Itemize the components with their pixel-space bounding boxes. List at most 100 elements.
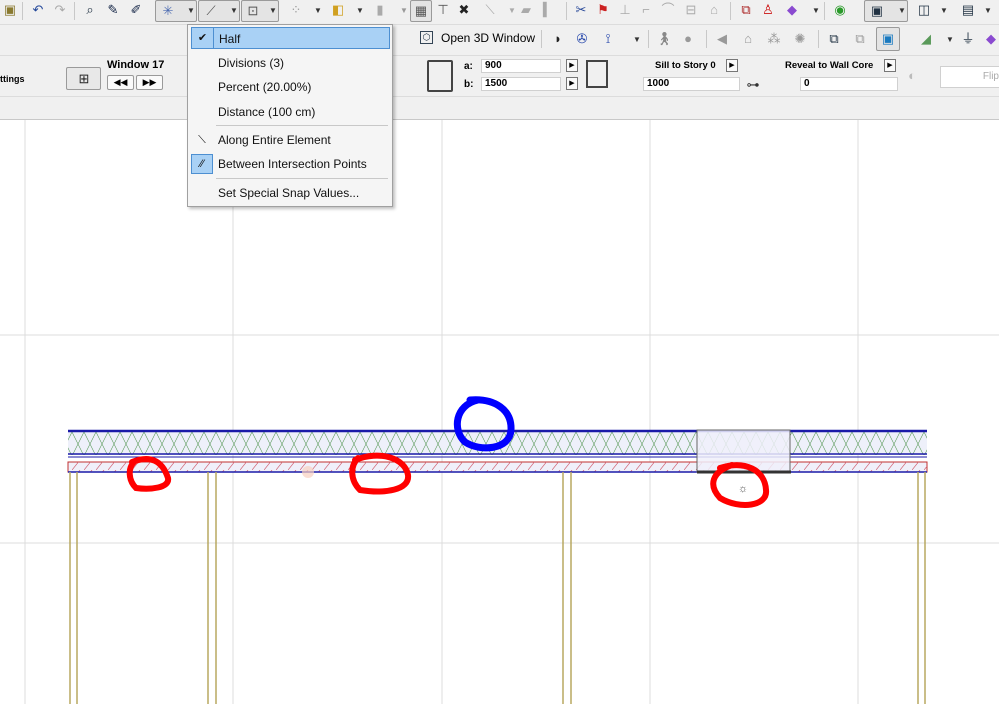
solid-operations-icon[interactable]: ♙ bbox=[760, 2, 776, 18]
view-layout-button[interactable]: ▣ ▼ bbox=[864, 0, 908, 22]
layout-icon[interactable]: ▤ bbox=[960, 2, 976, 18]
chevron-down-icon[interactable]: ▼ bbox=[356, 3, 364, 19]
guide-lines-button[interactable]: ⟋ ▼ bbox=[198, 0, 240, 22]
menu-item-set-special-snap-values[interactable]: Set Special Snap Values... bbox=[191, 182, 390, 204]
width-input[interactable]: 900 bbox=[481, 59, 561, 73]
chevron-down-icon[interactable]: ▼ bbox=[400, 3, 408, 19]
special-snap-button[interactable]: ✳ ▼ bbox=[155, 0, 197, 22]
pen-set-icon[interactable]: ▮ bbox=[372, 2, 388, 18]
redo-icon[interactable]: ↷ bbox=[52, 2, 68, 18]
find-select-icon[interactable]: ⌕ bbox=[82, 2, 98, 18]
roof-icon: ⌂ bbox=[710, 2, 718, 17]
sill-arrow-button[interactable]: ▶ bbox=[726, 59, 738, 72]
between-intersections-icon: ⁄⁄ bbox=[191, 154, 213, 174]
element-title: Window 17 bbox=[107, 59, 165, 71]
window-settings-button[interactable]: ⊞ bbox=[66, 67, 101, 90]
next-element-button[interactable]: ▶▶ bbox=[136, 75, 163, 90]
adjust-icon[interactable]: ⚑ bbox=[595, 2, 611, 18]
walk-icon[interactable]: 🚶︎ bbox=[656, 31, 673, 47]
grid-snap-button[interactable]: ⊡ ▼ bbox=[241, 0, 279, 22]
window-size-icon bbox=[427, 60, 453, 92]
filter-icon[interactable]: ⏚ bbox=[960, 31, 976, 47]
menu-item-divisions[interactable]: Divisions (3) bbox=[191, 52, 390, 74]
chevron-down-icon[interactable]: ▼ bbox=[187, 3, 195, 19]
pick-up-parameters-icon[interactable]: ✎ bbox=[105, 2, 121, 18]
stair-icon[interactable]: ◢ bbox=[918, 31, 934, 47]
clipboard-icon[interactable]: ▣ bbox=[2, 2, 18, 18]
separator bbox=[824, 2, 825, 20]
sill-label: Sill to Story 0 bbox=[655, 60, 716, 71]
morph-icon[interactable]: ◆ bbox=[983, 31, 999, 47]
menu-item-label: Distance (100 cm) bbox=[218, 105, 316, 119]
camera-icon[interactable]: ◗ bbox=[550, 31, 566, 47]
separator bbox=[648, 30, 649, 48]
menu-item-half[interactable]: ✔ Half bbox=[191, 27, 390, 49]
undo-icon[interactable]: ↶ bbox=[30, 2, 46, 18]
menu-item-along-entire-element[interactable]: ⟍ Along Entire Element bbox=[191, 129, 390, 151]
3d-window-icon: ⬡ bbox=[420, 31, 433, 44]
trace-icon[interactable]: ⁘ bbox=[288, 2, 304, 18]
menu-item-percent[interactable]: Percent (20.00%) bbox=[191, 76, 390, 98]
slab-icon: ▰ bbox=[521, 2, 531, 17]
wall-core-hatch bbox=[68, 430, 927, 455]
chevron-down-icon[interactable]: ▼ bbox=[230, 3, 238, 19]
chevron-down-icon[interactable]: ▼ bbox=[812, 3, 820, 19]
suspend-groups-button[interactable]: ▦ bbox=[410, 0, 432, 22]
inject-parameters-icon[interactable]: ✐ bbox=[128, 2, 144, 18]
suspend-groups-icon: ▦ bbox=[414, 3, 428, 18]
grid-lines bbox=[0, 120, 999, 704]
chevron-down-icon[interactable]: ▼ bbox=[269, 3, 277, 19]
snap-values-menu: ✔ Half Divisions (3) Percent (20.00%) Di… bbox=[187, 24, 393, 207]
surface-icon[interactable]: ◆ bbox=[784, 2, 800, 18]
section-marker-icon[interactable]: ⧉ bbox=[738, 2, 754, 18]
flip-icon: ◐ bbox=[908, 68, 916, 83]
teamwork-icon[interactable]: ◉ bbox=[832, 2, 848, 18]
menu-item-label: Divisions (3) bbox=[218, 56, 285, 70]
previous-element-button[interactable]: ◀◀ bbox=[107, 75, 134, 90]
orbit-icon[interactable]: ⟟ bbox=[600, 31, 616, 47]
flip-button[interactable]: Flip bbox=[940, 66, 999, 88]
chevron-down-icon[interactable]: ▼ bbox=[633, 32, 641, 48]
chevron-down-icon[interactable]: ▼ bbox=[314, 3, 322, 19]
separator bbox=[706, 30, 707, 48]
3d-window-icon[interactable]: ◫ bbox=[916, 2, 932, 18]
tree-icon[interactable]: ✺ bbox=[792, 31, 808, 47]
fly-icon[interactable]: ◀ bbox=[714, 31, 730, 47]
sill-input[interactable]: 1000 bbox=[643, 77, 740, 91]
menu-item-distance[interactable]: Distance (100 cm) bbox=[191, 101, 390, 123]
explore-icon[interactable]: ● bbox=[680, 31, 696, 47]
paste-icon[interactable]: ⧉ bbox=[852, 31, 868, 47]
width-arrow-button[interactable]: ▶ bbox=[566, 59, 578, 72]
separator bbox=[22, 2, 23, 20]
rewind-icon: ◀◀ bbox=[113, 77, 128, 87]
separator bbox=[541, 30, 542, 48]
copy-icon[interactable]: ⧉ bbox=[826, 31, 842, 47]
reveal-arrow-button[interactable]: ▶ bbox=[884, 59, 896, 72]
height-input[interactable]: 1500 bbox=[481, 77, 561, 91]
toolbar-row-3d: ⬡ Open 3D Window ◗ ✇ ⟟ ▼ 🚶︎ ● ◀ ⌂ ⁂ ✺ ⧉ … bbox=[0, 24, 999, 54]
menu-item-label: Set Special Snap Values... bbox=[218, 186, 360, 200]
separator bbox=[566, 2, 567, 20]
reveal-input[interactable]: 0 bbox=[800, 77, 898, 91]
chevron-down-icon[interactable]: ▼ bbox=[946, 32, 954, 48]
video-camera-icon[interactable]: ✇ bbox=[574, 31, 590, 47]
fillet-icon: ⌐ bbox=[642, 2, 650, 17]
toggle-3d-button[interactable]: ▣ bbox=[876, 27, 900, 51]
chevron-down-icon[interactable]: ▼ bbox=[898, 3, 906, 19]
sill-icon bbox=[586, 60, 608, 88]
chevron-down-icon[interactable]: ▼ bbox=[940, 3, 948, 19]
close-icon[interactable]: ✖ bbox=[456, 2, 472, 18]
grid-snap-icon: ⊡ bbox=[247, 3, 259, 18]
menu-item-between-intersection-points[interactable]: ⁄⁄ Between Intersection Points bbox=[191, 153, 390, 175]
dimension-icon[interactable]: ⊤ bbox=[435, 2, 451, 18]
posts bbox=[69, 472, 926, 704]
split-icon[interactable]: ✂ bbox=[573, 2, 589, 18]
people-icon[interactable]: ⁂ bbox=[766, 31, 782, 47]
house-icon[interactable]: ⌂ bbox=[740, 31, 756, 47]
open-3d-window-button[interactable]: ⬡ Open 3D Window bbox=[417, 28, 537, 50]
height-arrow-button[interactable]: ▶ bbox=[566, 77, 578, 90]
fast-forward-icon: ▶▶ bbox=[142, 77, 157, 87]
chevron-down-icon[interactable]: ▼ bbox=[984, 3, 992, 19]
floor-plan-canvas[interactable]: ☼ bbox=[0, 120, 999, 704]
layers-icon[interactable]: ◧ bbox=[330, 2, 346, 18]
